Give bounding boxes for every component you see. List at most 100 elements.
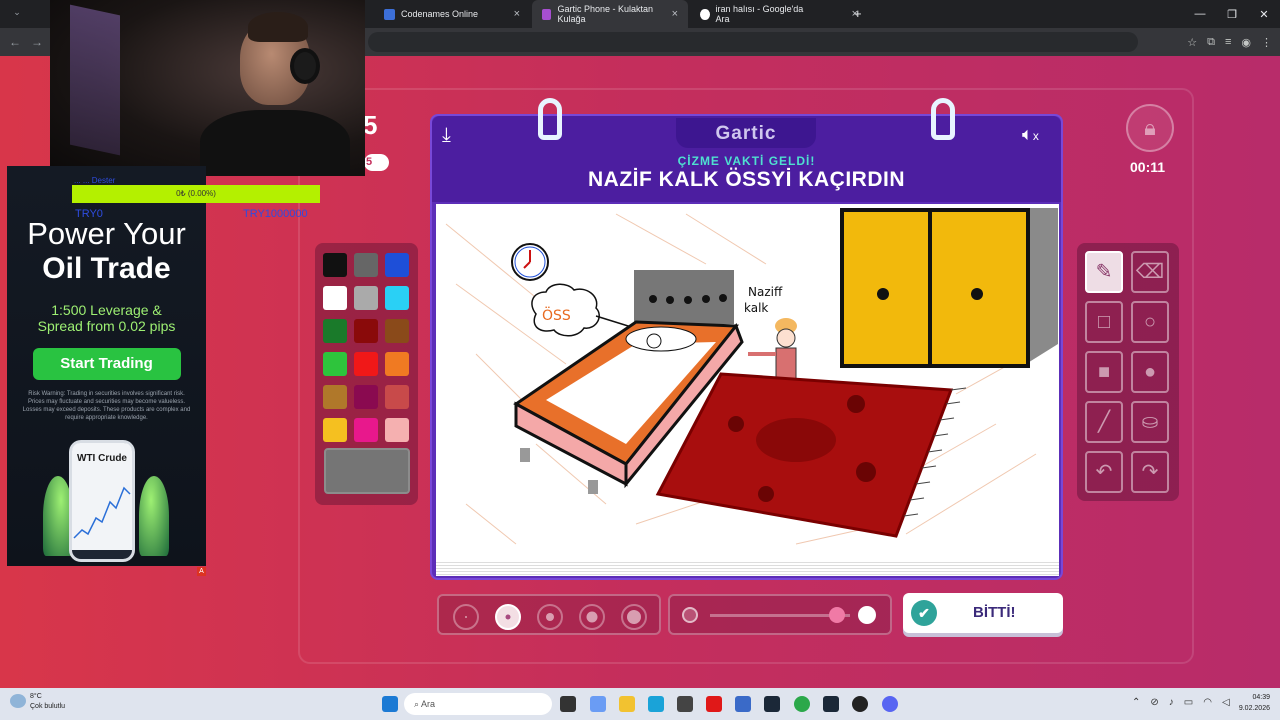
chevron-up-icon[interactable]: ⌃ [1132,697,1140,708]
wifi-icon[interactable]: ◠ [1203,697,1212,708]
pencil-icon[interactable]: ✎ [1085,251,1123,293]
network-icon[interactable]: ⊘ [1150,697,1158,708]
undo-icon[interactable]: ↶ [1085,451,1123,493]
brush-size-button[interactable] [495,604,521,630]
round-pill: 5 [364,154,389,171]
color-swatch[interactable] [354,286,378,310]
color-swatch[interactable] [323,352,347,376]
download-icon[interactable]: ⤓ [442,124,451,147]
minimize-button[interactable]: — [1184,8,1216,20]
circle-outline-icon[interactable]: ○ [1131,301,1169,343]
chrome-icon[interactable] [794,696,810,712]
task-view-icon[interactable] [560,696,576,712]
player-count: 5 [363,110,378,140]
start-icon[interactable] [382,696,398,712]
clock[interactable]: 04:39 9.02.2026 [1239,692,1270,714]
color-swatch[interactable] [385,352,409,376]
drawing-board: Gartic ⤓ 🔈︎x ÇİZME VAKTİ GELDİ! NAZİF KA… [430,98,1063,580]
new-tab-button[interactable]: + [854,6,862,21]
window-controls: — ❐ ✕ [1184,0,1280,28]
star-icon[interactable]: ☆ [1187,36,1197,49]
menu-icon[interactable]: ⋮ [1261,36,1272,49]
close-window-button[interactable]: ✕ [1248,8,1280,21]
back-button[interactable]: ← [4,35,26,49]
ad-choices-badge[interactable]: A [197,567,206,576]
page-edges [436,560,1059,576]
obs-icon[interactable] [852,696,868,712]
media-icon[interactable]: ≡ [1225,36,1231,48]
phone-title: WTI Crude [72,443,132,468]
done-label: BİTTİ! [973,604,1016,621]
brush-size-button[interactable] [537,604,563,630]
tab-google[interactable]: iran halısı - Google'da Ara × [690,0,868,28]
color-swatch[interactable] [323,385,347,409]
tab-label: Codenames Online [401,9,479,19]
drawing-canvas[interactable]: ÖSS Naziff kalk [436,204,1059,560]
microphone-icon[interactable]: ♪ [1169,697,1174,708]
brush-size-selector [437,594,661,635]
binder-ring-icon [538,98,562,140]
color-swatch[interactable] [323,253,347,277]
color-swatch[interactable] [354,253,378,277]
color-swatch[interactable] [323,418,347,442]
discord-icon[interactable] [882,696,898,712]
brush-size-button[interactable] [453,604,479,630]
color-swatch[interactable] [323,286,347,310]
start-trading-button[interactable]: Start Trading [32,348,181,380]
color-swatch[interactable] [385,253,409,277]
donation-progress-bar: 0₺ (0.00%) [72,185,320,203]
timer: 00:11 [1130,159,1166,175]
tab-search-icon[interactable]: ⌄ [6,7,28,18]
app-icon[interactable] [735,696,751,712]
display-icon[interactable]: ▭ [1184,697,1193,708]
done-button[interactable]: ✔ BİTTİ! [903,593,1063,633]
ad-headline-1: Power Your [27,216,186,251]
color-swatch[interactable] [354,385,378,409]
color-swatch[interactable] [354,352,378,376]
redo-icon[interactable]: ↷ [1131,451,1169,493]
color-swatch[interactable] [354,418,378,442]
forward-button[interactable]: → [26,35,48,49]
weather-widget[interactable]: 8°C Çok bulutlu [10,692,65,712]
netflix-icon[interactable] [706,696,722,712]
close-icon[interactable]: × [514,8,520,20]
profile-icon[interactable]: ◉ [1241,36,1251,49]
file-explorer-icon[interactable] [619,696,635,712]
monitor [70,4,120,156]
brush-size-button[interactable] [621,604,647,630]
line-icon[interactable]: ╱ [1085,401,1123,443]
taskbar-search[interactable]: ⌕ Ara [404,693,552,715]
opacity-thumb[interactable] [829,607,845,623]
gartic-logo: Gartic [676,118,816,148]
screen: ⌄ Codenames Online × Gartic Phone - Kula… [0,0,1280,720]
tab-gartic[interactable]: Gartic Phone - Kulaktan Kulağa × [532,0,688,28]
circle-filled-icon[interactable]: ● [1131,351,1169,393]
tab-codenames[interactable]: Codenames Online × [374,0,530,28]
color-swatch[interactable] [354,319,378,343]
store-icon[interactable] [677,696,693,712]
copilot-icon[interactable] [590,696,606,712]
color-swatch[interactable] [385,286,409,310]
edge-icon[interactable] [648,696,664,712]
fill-bucket-icon[interactable]: ⛀ [1131,401,1169,443]
restore-button[interactable]: ❐ [1216,8,1248,21]
color-swatch[interactable] [385,319,409,343]
extensions-icon[interactable]: ⧉ [1207,36,1215,49]
close-icon[interactable]: × [672,8,678,20]
opacity-max-icon [858,606,876,624]
mute-icon[interactable]: 🔈︎x [1022,124,1039,145]
url-field[interactable] [368,32,1138,52]
steam-icon[interactable] [764,696,780,712]
brush-size-button[interactable] [579,604,605,630]
rectangle-filled-icon[interactable]: ■ [1085,351,1123,393]
volume-icon[interactable]: ◁ [1222,697,1230,708]
donation-label: ... ... Dester [74,176,116,185]
color-swatch[interactable] [385,418,409,442]
rectangle-outline-icon[interactable]: □ [1085,301,1123,343]
color-swatch[interactable] [385,385,409,409]
lock-icon: 🔒︎ [1126,104,1174,152]
color-swatch[interactable] [323,319,347,343]
eraser-icon[interactable]: ⌫ [1131,251,1169,293]
tool-panel: ✎ ⌫ □ ○ ■ ● ╱ ⛀ ↶ ↷ [1077,243,1179,501]
steam-icon[interactable] [823,696,839,712]
